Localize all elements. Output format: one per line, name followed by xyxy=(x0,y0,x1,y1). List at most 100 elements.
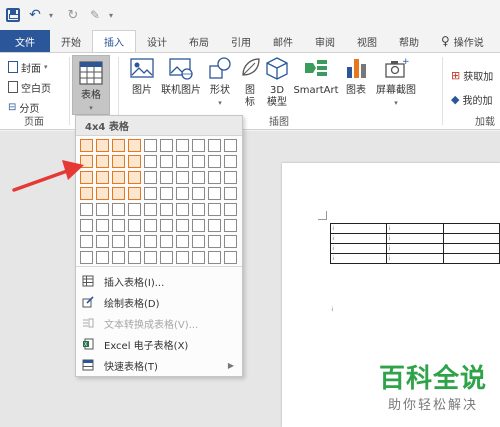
inserted-table[interactable]: ¡ ¡ ¡ ¡ ¡ ¡ ¡ ¡ xyxy=(329,223,500,264)
table-cell[interactable]: ¡ xyxy=(386,253,444,264)
tell-me-search[interactable]: ♀ 操作说 xyxy=(430,30,495,52)
grid-cell[interactable] xyxy=(208,219,221,232)
grid-cell[interactable] xyxy=(112,251,125,264)
grid-cell[interactable] xyxy=(144,187,157,200)
grid-cell[interactable] xyxy=(80,235,93,248)
grid-cell[interactable] xyxy=(128,235,141,248)
grid-cell[interactable] xyxy=(128,251,141,264)
grid-cell[interactable] xyxy=(176,139,189,152)
icons-button[interactable]: 图 标 xyxy=(239,55,261,109)
my-addins-button[interactable]: ◆ 我的加 xyxy=(451,91,492,107)
tab-help[interactable]: 帮助 xyxy=(388,30,430,52)
grid-cell[interactable] xyxy=(176,235,189,248)
grid-cell[interactable] xyxy=(112,203,125,216)
grid-cell[interactable] xyxy=(224,187,237,200)
grid-cell[interactable] xyxy=(96,219,109,232)
grid-cell[interactable] xyxy=(144,155,157,168)
customize-qat-button[interactable]: ▾ xyxy=(104,4,118,26)
table-cell[interactable]: ¡ xyxy=(329,223,388,234)
grid-cell[interactable] xyxy=(176,171,189,184)
grid-cell[interactable] xyxy=(192,203,205,216)
grid-cell[interactable] xyxy=(160,171,173,184)
grid-cell[interactable] xyxy=(208,251,221,264)
grid-cell[interactable] xyxy=(208,139,221,152)
chart-button[interactable]: 图表 xyxy=(343,55,369,97)
cover-page-button[interactable]: 封面 ▾ xyxy=(8,59,48,75)
table-button[interactable]: 表格 ▾ xyxy=(72,55,110,115)
grid-cell[interactable] xyxy=(160,251,173,264)
shapes-button[interactable]: 形状 ▾ xyxy=(205,55,235,109)
table-cell[interactable] xyxy=(442,253,500,264)
grid-cell[interactable] xyxy=(144,251,157,264)
grid-cell[interactable] xyxy=(208,235,221,248)
tab-view[interactable]: 视图 xyxy=(346,30,388,52)
grid-cell[interactable] xyxy=(80,139,93,152)
grid-cell[interactable] xyxy=(80,171,93,184)
grid-cell[interactable] xyxy=(144,171,157,184)
grid-cell[interactable] xyxy=(96,155,109,168)
grid-cell[interactable] xyxy=(80,251,93,264)
grid-cell[interactable] xyxy=(96,187,109,200)
grid-cell[interactable] xyxy=(208,187,221,200)
grid-cell[interactable] xyxy=(224,219,237,232)
grid-cell[interactable] xyxy=(224,155,237,168)
grid-cell[interactable] xyxy=(144,203,157,216)
grid-cell[interactable] xyxy=(208,155,221,168)
grid-cell[interactable] xyxy=(80,187,93,200)
grid-cell[interactable] xyxy=(160,187,173,200)
tab-mailings[interactable]: 邮件 xyxy=(262,30,304,52)
tab-references[interactable]: 引用 xyxy=(220,30,262,52)
grid-cell[interactable] xyxy=(192,235,205,248)
grid-cell[interactable] xyxy=(96,171,109,184)
grid-cell[interactable] xyxy=(80,155,93,168)
tab-file[interactable]: 文件 xyxy=(0,30,50,52)
grid-cell[interactable] xyxy=(96,235,109,248)
grid-cell[interactable] xyxy=(192,219,205,232)
blank-page-button[interactable]: 空白页 xyxy=(8,79,51,95)
grid-cell[interactable] xyxy=(112,187,125,200)
tab-design[interactable]: 设计 xyxy=(136,30,178,52)
grid-cell[interactable] xyxy=(224,251,237,264)
grid-cell[interactable] xyxy=(176,187,189,200)
grid-cell[interactable] xyxy=(160,235,173,248)
grid-cell[interactable] xyxy=(160,139,173,152)
grid-cell[interactable] xyxy=(192,251,205,264)
tab-home[interactable]: 开始 xyxy=(50,30,92,52)
table-cell[interactable]: ¡ xyxy=(386,223,444,234)
grid-cell[interactable] xyxy=(224,171,237,184)
screenshot-button[interactable]: + 屏幕截图 ▾ xyxy=(373,55,419,109)
table-cell[interactable]: ¡ xyxy=(329,253,388,264)
grid-cell[interactable] xyxy=(192,155,205,168)
grid-cell[interactable] xyxy=(160,219,173,232)
grid-cell[interactable] xyxy=(176,203,189,216)
grid-cell[interactable] xyxy=(224,235,237,248)
grid-cell[interactable] xyxy=(96,203,109,216)
quick-tables-item[interactable]: 快速表格(T) ▶ xyxy=(76,355,242,375)
grid-cell[interactable] xyxy=(192,139,205,152)
table-cell[interactable]: ¡ xyxy=(386,233,444,244)
draw-table-item[interactable]: 绘制表格(D) xyxy=(76,292,242,312)
3d-models-button[interactable]: 3D 模型 xyxy=(265,55,289,109)
grid-cell[interactable] xyxy=(176,251,189,264)
table-cell[interactable]: ¡ xyxy=(329,243,388,254)
grid-cell[interactable] xyxy=(176,155,189,168)
grid-cell[interactable] xyxy=(144,219,157,232)
grid-cell[interactable] xyxy=(192,187,205,200)
grid-cell[interactable] xyxy=(96,251,109,264)
grid-cell[interactable] xyxy=(208,171,221,184)
grid-cell[interactable] xyxy=(224,203,237,216)
grid-cell[interactable] xyxy=(80,219,93,232)
tab-review[interactable]: 审阅 xyxy=(304,30,346,52)
table-cell[interactable]: ¡ xyxy=(386,243,444,254)
online-picture-button[interactable]: 联机图片 xyxy=(159,55,203,97)
grid-cell[interactable] xyxy=(112,139,125,152)
grid-cell[interactable] xyxy=(112,219,125,232)
undo-button[interactable]: ↶ xyxy=(28,4,42,26)
convert-text-to-table-item[interactable]: 文本转换成表格(V)... xyxy=(76,313,242,333)
grid-cell[interactable] xyxy=(144,235,157,248)
excel-spreadsheet-item[interactable]: X Excel 电子表格(X) xyxy=(76,334,242,354)
grid-cell[interactable] xyxy=(128,203,141,216)
smartart-button[interactable]: SmartArt xyxy=(291,55,341,97)
grid-cell[interactable] xyxy=(128,155,141,168)
tab-insert[interactable]: 插入 xyxy=(92,30,136,52)
